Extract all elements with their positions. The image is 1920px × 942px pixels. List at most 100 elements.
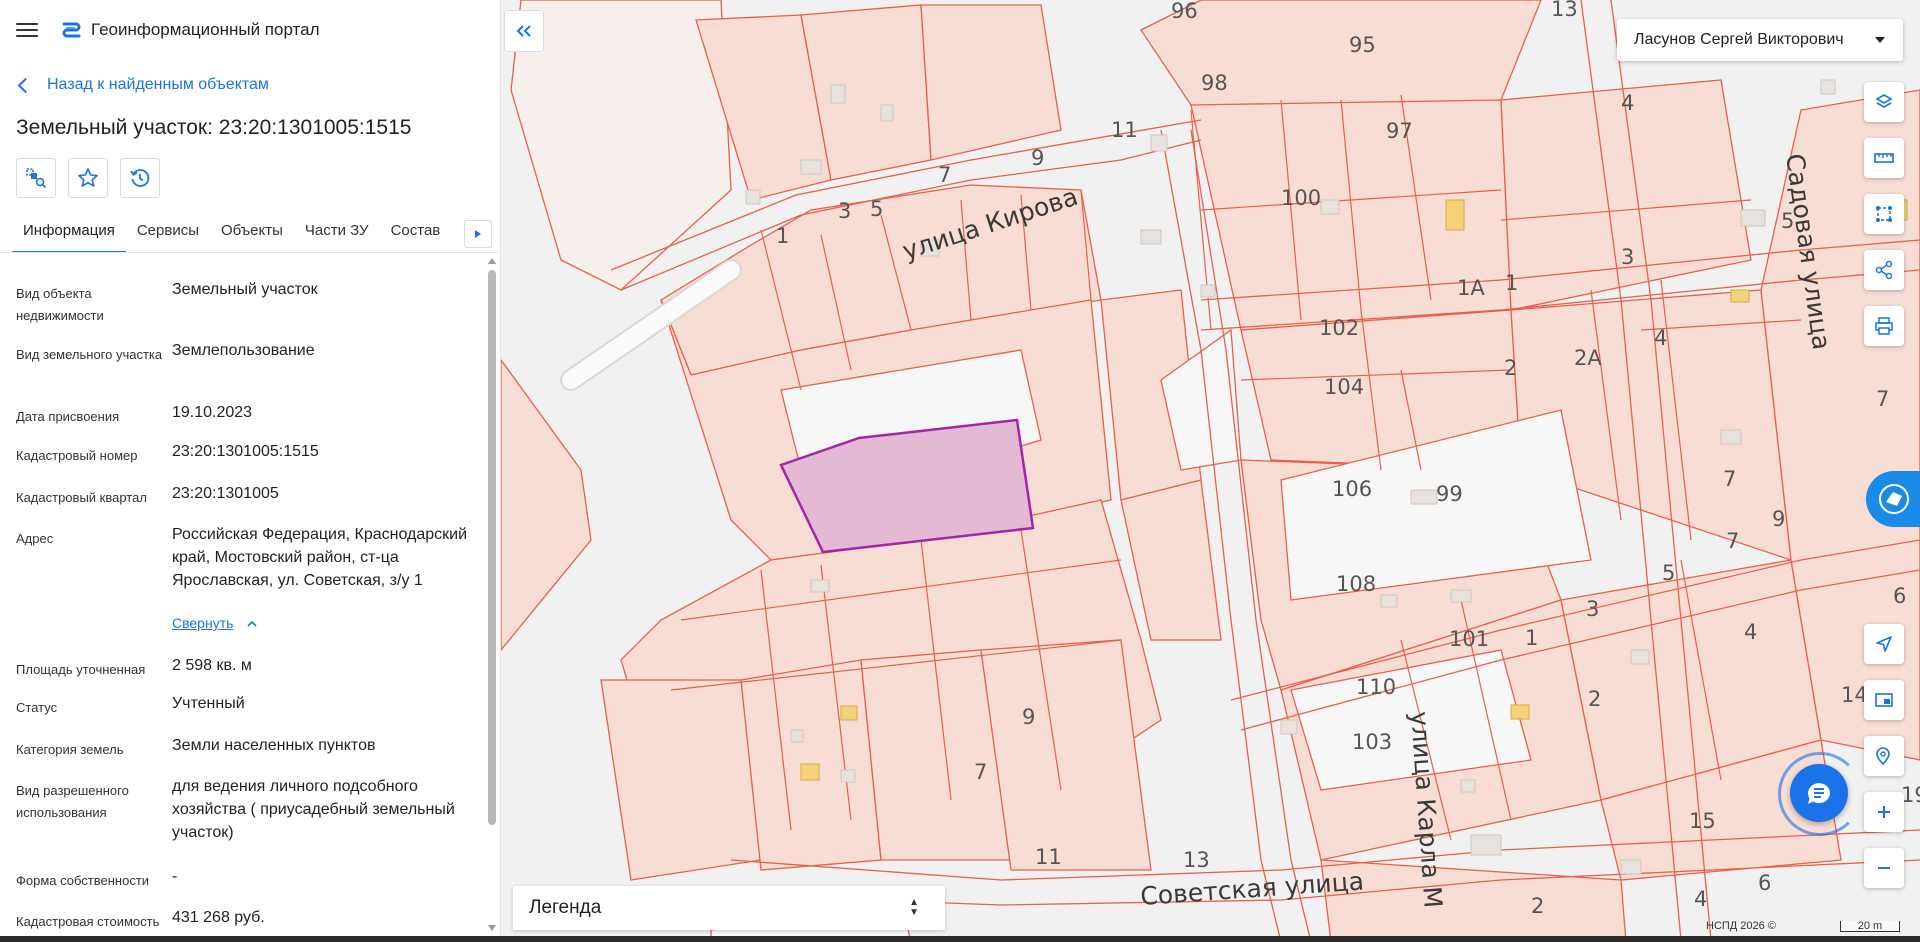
zoom-out-button[interactable] [1864,848,1904,888]
zoom-to-object-button[interactable] [16,158,56,198]
house-number: 96 [1171,0,1198,23]
cadastral-map[interactable]: улица Кирова Садовая улица Советская ули… [501,0,1920,942]
property-value: Учтенный [172,695,245,712]
property-value: Земельный участок [172,281,318,298]
history-button[interactable] [120,158,160,198]
legend-label: Легенда [529,897,602,918]
tabs-scroll-right-button[interactable] [464,220,492,248]
house-number: 98 [1201,71,1228,95]
zoom-in-button[interactable] [1864,792,1904,832]
user-name: Ласунов Сергей Викторович [1634,31,1844,48]
triangle-right-icon [475,230,481,238]
property-key: Вид земельного участка [16,347,163,362]
tab-objects[interactable]: Объекты [210,218,294,251]
tabs-divider [0,252,498,253]
legend-panel[interactable]: Легенда ▲ ▼ [513,886,945,930]
sidebar-header: Геоинформационный портал [0,0,500,62]
taskbar-strip [0,936,1920,942]
property-value: 23:20:1301005:1515 [172,443,319,460]
layers-button[interactable] [1864,82,1904,122]
house-number: 102 [1319,316,1359,340]
property-key: Форма собственности [16,873,150,888]
scroll-down-arrow[interactable] [488,925,496,931]
back-to-results-link[interactable]: Назад к найденным объектам [17,76,269,94]
location-search-button[interactable] [1864,736,1904,776]
property-key: Вид объекта недвижимости [16,286,104,323]
scrollbar-thumb[interactable] [488,270,496,825]
minimap-button[interactable] [1864,680,1904,720]
plus-icon [1878,806,1890,818]
property-value: 2 598 кв. м [172,657,252,674]
house-number: 2 [1531,894,1544,918]
collapse-sidebar-button[interactable] [504,10,544,52]
house-number: 95 [1349,33,1376,57]
share-button[interactable] [1864,250,1904,290]
chevron-up-icon [247,620,257,627]
scroll-up-arrow[interactable] [488,258,496,264]
property-key: Площадь уточненная [16,662,146,677]
house-number: 5 [1781,209,1794,233]
house-number: 4 [1744,620,1757,644]
assistant-side-tab[interactable] [1866,471,1920,527]
house-number: 11 [1111,118,1138,142]
house-number: 110 [1356,675,1396,699]
house-number: 4 [1654,326,1667,350]
assistant-icon [1879,484,1909,514]
measure-button[interactable] [1864,138,1904,178]
collapse-label: Свернуть [172,615,234,631]
menu-icon[interactable] [16,19,38,41]
property-value: Земли населенных пунктов [172,737,376,754]
geolocate-button[interactable] [1864,624,1904,664]
user-menu[interactable]: Ласунов Сергей Викторович [1617,19,1903,61]
house-number: 6 [1893,584,1906,608]
property-list: Вид объекта недвижимости Земельный участ… [16,262,486,942]
house-number: 1А [1457,276,1485,300]
tab-services[interactable]: Сервисы [126,218,210,251]
share-icon [1875,260,1893,280]
house-number: 15 [1689,809,1716,833]
house-number: 13 [1551,0,1578,21]
property-value: 431 268 руб. [172,909,265,926]
house-number: 7 [938,163,951,187]
house-number: 7 [974,760,987,784]
object-title: Земельный участок: 23:20:1301005:1515 [16,116,412,139]
history-icon [130,169,150,187]
house-number: 3 [1586,597,1599,621]
address-collapse-link[interactable]: Свернуть [172,615,292,633]
map-canvas[interactable]: улица Кирова Садовая улица Советская ули… [501,0,1920,942]
house-number: 11 [1035,845,1062,869]
app-title: Геоинформационный портал [91,20,320,39]
tab-parts[interactable]: Части ЗУ [294,218,380,251]
favorite-button[interactable] [68,158,108,198]
property-value: - [172,868,178,885]
house-number: 99 [1436,482,1463,506]
property-key: Адрес [16,531,54,546]
house-number: 3 [1621,245,1634,269]
property-key: Кадастровый номер [16,448,138,463]
house-number: 9 [1022,705,1035,729]
house-number: 1 [1525,626,1538,650]
minus-icon [1878,867,1890,869]
property-key: Дата присвоения [16,409,120,424]
house-number: 3 [838,199,851,223]
back-link-label: Назад к найденным объектам [47,76,269,93]
house-number: 101 [1449,627,1489,651]
house-number: 2А [1574,346,1602,370]
select-area-button[interactable] [1864,194,1904,234]
navigation-arrow-icon [1876,636,1892,652]
print-button[interactable] [1864,306,1904,346]
object-tabs: Информация Сервисы Объекты Части ЗУ Сост… [12,218,496,254]
chat-button[interactable] [1790,764,1848,822]
property-key: Кадастровый квартал [16,490,147,505]
house-number: 97 [1386,119,1413,143]
location-search-icon [1876,747,1890,766]
layers-icon [1875,94,1893,108]
tab-composition[interactable]: Состав [380,218,452,251]
tab-info[interactable]: Информация [12,218,126,253]
property-value: 19.10.2023 [172,404,253,421]
house-number: 2 [1504,356,1517,380]
property-key: Статус [16,700,58,715]
select-area-icon [26,168,47,189]
printer-icon [1875,317,1893,335]
chevron-left-icon [17,77,34,93]
